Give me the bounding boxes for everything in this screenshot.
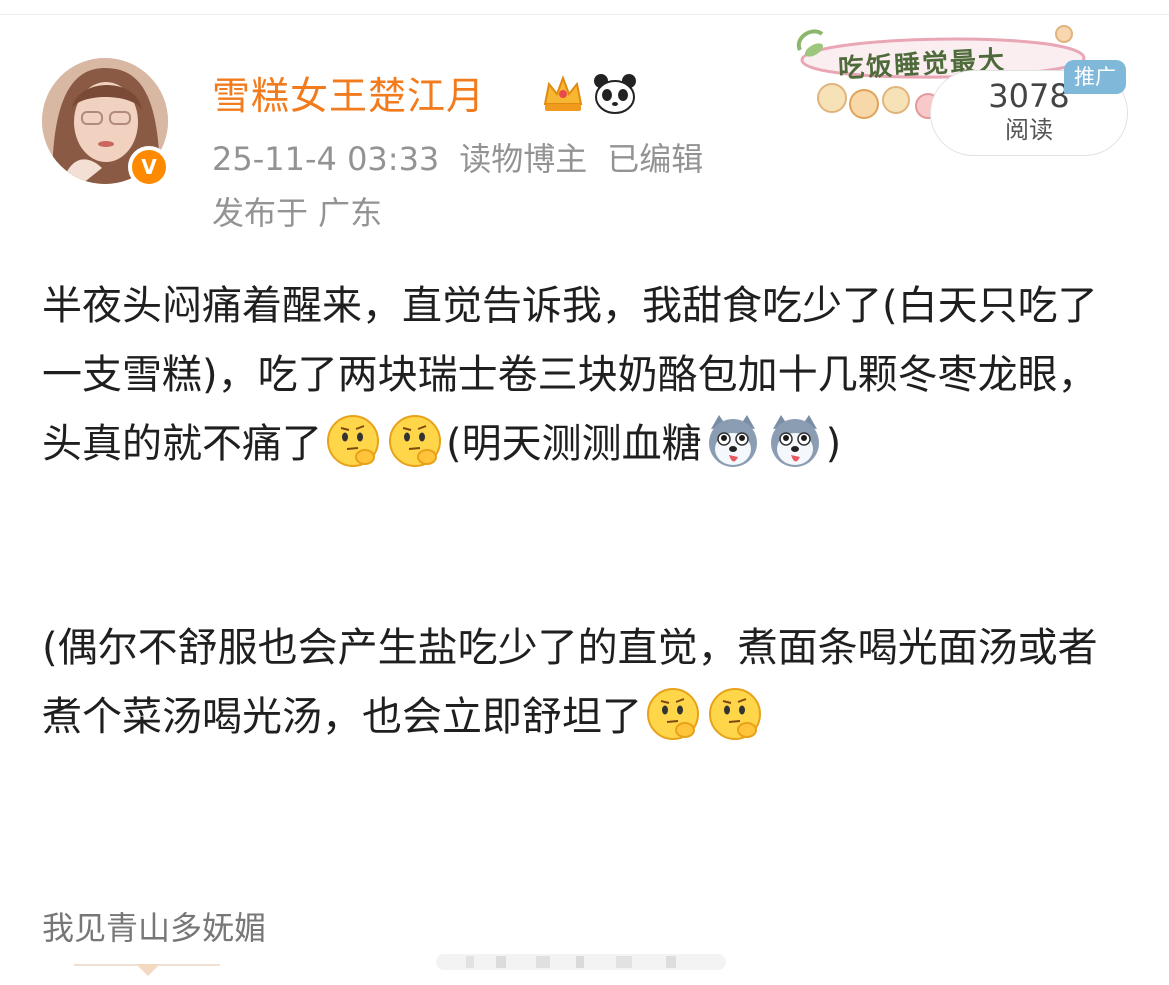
promo-badge[interactable]: 推广 bbox=[1064, 60, 1126, 94]
panda-icon[interactable] bbox=[592, 72, 638, 116]
post-body: 半夜头闷痛着醒来，直觉告诉我，我甜食吃少了(白天只吃了一支雪糕)，吃了两块瑞士卷… bbox=[42, 272, 1132, 479]
read-label: 阅读 bbox=[1005, 116, 1053, 144]
thinking-face-emoji bbox=[327, 415, 379, 467]
post-timestamp[interactable]: 25-11-4 03:33 bbox=[212, 140, 439, 178]
crown-icon[interactable] bbox=[540, 72, 586, 116]
post-text-3: ) bbox=[825, 421, 842, 467]
edited-label[interactable]: 已编辑 bbox=[607, 140, 703, 178]
post-location: 发布于 广东 bbox=[212, 194, 383, 232]
username[interactable]: 雪糕女王楚江月 bbox=[212, 70, 485, 122]
comment-preview[interactable]: 我见青山多妩媚 bbox=[42, 906, 266, 950]
thinking-face-emoji bbox=[389, 415, 441, 467]
thinking-face-emoji bbox=[647, 688, 699, 740]
post-text-4: (偶尔不舒服也会产生盐吃少了的直觉，煮面条喝光面汤或者煮个菜汤喝光汤，也会立即舒… bbox=[42, 625, 1098, 740]
post-meta: 25-11-4 03:33 读物博主 已编辑 bbox=[212, 138, 723, 180]
post-body-paragraph-2: (偶尔不舒服也会产生盐吃少了的直觉，煮面条喝光面汤或者煮个菜汤喝光汤，也会立即舒… bbox=[42, 614, 1132, 752]
thinking-face-emoji bbox=[709, 688, 761, 740]
image-indicator-strip bbox=[436, 954, 726, 970]
tab-indicator-arrow bbox=[136, 964, 160, 976]
author-role: 读物博主 bbox=[459, 140, 588, 178]
husky-face-emoji bbox=[770, 415, 819, 467]
post-text-2: (明天测测血糖 bbox=[446, 421, 702, 467]
verified-badge-icon: V bbox=[128, 146, 170, 188]
top-divider bbox=[0, 14, 1169, 15]
husky-face-emoji bbox=[708, 415, 757, 467]
